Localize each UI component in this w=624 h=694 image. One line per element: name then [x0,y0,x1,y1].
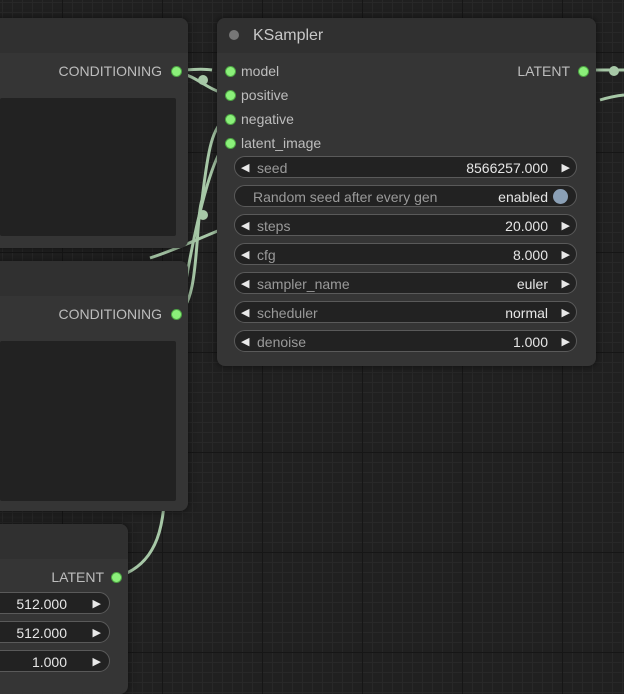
output-port-dot[interactable] [111,572,122,583]
widget-label: denoise [257,334,307,350]
widget-label: sampler_name [257,276,350,292]
wire-latent-out-2 [599,93,624,102]
increment-arrow-icon[interactable]: ▶ [562,273,570,295]
widget-label: scheduler [257,305,318,321]
cfg-widget[interactable]: ◀ cfg 8.000 ▶ [234,243,577,265]
decrement-arrow-icon[interactable]: ◀ [241,273,249,295]
input-label: model [241,63,280,79]
widget-label: steps [257,218,291,234]
output-label: CONDITIONING [58,306,162,322]
decrement-arrow-icon[interactable]: ◀ [241,215,249,237]
widget-label: seed [257,160,288,176]
width-widget[interactable]: 512.000 ▶ [0,592,110,614]
node-header[interactable]: KSampler [217,18,596,53]
widget-value: 20.000 [505,218,548,234]
output-conditioning[interactable]: CONDITIONING [59,304,162,324]
decrement-arrow-icon[interactable]: ◀ [241,157,249,179]
sampler-name-widget[interactable]: ◀ sampler_name euler ▶ [234,272,577,294]
output-port-dot[interactable] [171,309,182,320]
input-latent-image[interactable]: latent_image [241,133,321,153]
prompt-textarea[interactable] [0,98,176,236]
collapse-dot-icon[interactable] [229,30,239,40]
decrement-arrow-icon[interactable]: ◀ [241,331,249,353]
node-ksampler[interactable]: KSampler model positive negative latent_… [217,18,596,366]
steps-widget[interactable]: ◀ steps 20.000 ▶ [234,214,577,236]
input-negative[interactable]: negative [241,109,294,129]
wire-latent-out-reroute [609,66,619,76]
denoise-widget[interactable]: ◀ denoise 1.000 ▶ [234,330,577,352]
output-port-dot[interactable] [171,66,182,77]
input-port-negative-dot[interactable] [225,114,236,125]
widget-value: 8566257.000 [466,160,548,176]
scheduler-widget[interactable]: ◀ scheduler normal ▶ [234,301,577,323]
output-conditioning[interactable]: CONDITIONING [59,61,162,81]
node-clip-text-encode-negative[interactable]: CONDITIONING [0,261,188,511]
widget-value: normal [505,305,548,321]
decrement-arrow-icon[interactable]: ◀ [241,244,249,266]
widget-value: euler [516,276,548,292]
output-label: CONDITIONING [58,63,162,79]
widget-value: 8.000 [512,247,548,263]
increment-arrow-icon[interactable]: ▶ [93,593,101,615]
batch-size-widget[interactable]: 1.000 ▶ [0,650,110,672]
widget-label: cfg [257,247,276,263]
input-port-model-dot[interactable] [225,66,236,77]
node-header[interactable] [0,261,188,296]
prompt-textarea[interactable] [0,341,176,501]
increment-arrow-icon[interactable]: ▶ [562,244,570,266]
output-label: LATENT [51,569,104,585]
output-latent[interactable]: LATENT [517,61,570,81]
increment-arrow-icon[interactable]: ▶ [562,331,570,353]
increment-arrow-icon[interactable]: ▶ [562,302,570,324]
wire-model-reroute [198,75,208,85]
increment-arrow-icon[interactable]: ▶ [562,215,570,237]
wire-negative-reroute [198,210,208,220]
input-positive[interactable]: positive [241,85,288,105]
increment-arrow-icon[interactable]: ▶ [93,651,101,673]
node-header[interactable] [0,524,128,559]
random-seed-toggle[interactable]: Random seed after every gen enabled [234,185,577,207]
widget-value: enabled [498,189,548,205]
widget-value: 512.000 [16,596,67,612]
node-clip-text-encode-positive[interactable]: CONDITIONING [0,18,188,248]
node-header[interactable] [0,18,188,53]
decrement-arrow-icon[interactable]: ◀ [241,302,249,324]
widget-value: 512.000 [16,625,67,641]
input-port-latent-image-dot[interactable] [225,138,236,149]
seed-widget[interactable]: ◀ seed 8566257.000 ▶ [234,156,577,178]
input-port-positive-dot[interactable] [225,90,236,101]
output-label: LATENT [517,63,570,79]
output-port-latent-dot[interactable] [578,66,589,77]
node-title: KSampler [253,27,324,44]
input-label: latent_image [241,135,322,151]
widget-value: 1.000 [512,334,548,350]
input-model[interactable]: model [241,61,279,81]
input-label: negative [241,111,294,127]
increment-arrow-icon[interactable]: ▶ [93,622,101,644]
toggle-knob-icon[interactable] [553,189,568,204]
widget-value: 1.000 [31,654,67,670]
widget-label: Random seed after every gen [253,189,438,205]
output-latent[interactable]: LATENT [51,567,104,587]
node-empty-latent-image[interactable]: LATENT 512.000 ▶ 512.000 ▶ 1.000 ▶ [0,524,128,694]
height-widget[interactable]: 512.000 ▶ [0,621,110,643]
increment-arrow-icon[interactable]: ▶ [562,157,570,179]
input-label: positive [241,87,289,103]
